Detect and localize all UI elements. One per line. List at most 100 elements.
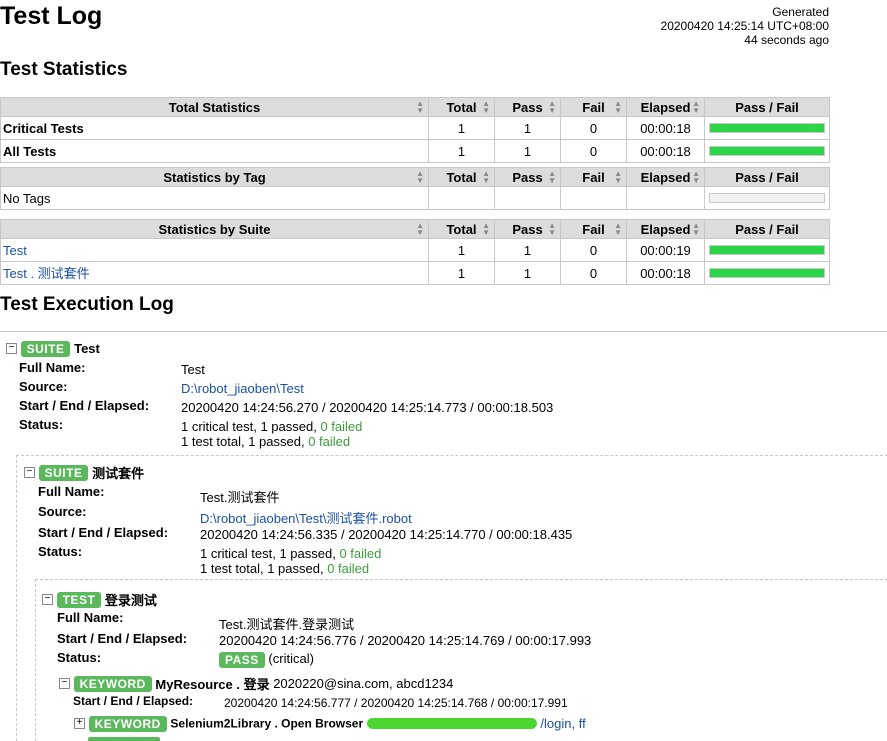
status-note: (critical)	[268, 651, 314, 666]
col-fail-header[interactable]: Fail ▲ ▼	[560, 97, 627, 117]
generated-time: 20200420 14:25:14 UTC+08:00	[660, 19, 829, 33]
redaction-mark	[366, 718, 537, 730]
full-name-value: Test.测试套件	[200, 490, 280, 505]
next-keyword-badge	[88, 737, 160, 741]
suite-link-test[interactable]: Test	[3, 243, 27, 258]
sort-icon: ▲ ▼	[692, 221, 700, 237]
empty-cell	[560, 186, 627, 210]
keyword-element-header[interactable]: − KEYWORD MyResource . 登录 2020220@sina.c…	[59, 674, 453, 693]
col-pass-header[interactable]: Pass ▲ ▼	[494, 97, 561, 117]
sort-icon: ▲ ▼	[614, 221, 622, 237]
empty-cell	[428, 186, 495, 210]
col-total-header[interactable]: Total ▲ ▼	[428, 219, 495, 239]
keyword-name: MyResource . 登录	[155, 677, 270, 692]
start-end-value: 20200420 14:24:56.777 / 20200420 14:25:1…	[224, 696, 568, 710]
source-label: Source:	[38, 504, 87, 519]
suite-badge: SUITE	[20, 340, 71, 357]
start-end-label: Start / End / Elapsed:	[19, 398, 150, 413]
tag-statistics-header[interactable]: Statistics by Tag ▲ ▼	[0, 167, 429, 187]
suite-name: 测试套件	[92, 466, 145, 481]
sort-icon: ▲ ▼	[416, 169, 424, 185]
keyword-args: 2020220@sina.com, abcd1234	[273, 676, 454, 691]
pass-fail-bar	[704, 139, 830, 163]
status-value-1: 1 critical test, 1 passed, 0 failed	[181, 419, 363, 434]
collapse-icon[interactable]: −	[42, 594, 53, 605]
total-statistics-header[interactable]: Total Statistics ▲ ▼	[0, 97, 429, 117]
empty-cell	[626, 186, 705, 210]
total-statistics-table: Total Statistics ▲ ▼ Total ▲ ▼ Pass ▲ ▼ Fail ▲ ▼…	[0, 97, 830, 163]
source-link[interactable]: D:\robot_jiaoben\Test	[181, 381, 304, 396]
col-fail-header[interactable]: Fail ▲ ▼	[560, 167, 627, 187]
stat-elapsed: 00:00:19	[626, 238, 705, 262]
col-elapsed-header[interactable]: Elapsed ▲ ▼	[626, 219, 705, 239]
stat-total: 1	[428, 261, 495, 285]
status-value-2: 1 test total, 1 passed, 0 failed	[200, 561, 370, 576]
stat-total: 1	[428, 139, 495, 163]
start-end-value: 20200420 14:24:56.335 / 20200420 14:25:1…	[200, 527, 573, 542]
sort-icon: ▲ ▼	[482, 221, 490, 237]
stat-elapsed: 00:00:18	[626, 116, 705, 140]
sort-icon: ▲ ▼	[548, 169, 556, 185]
generated-info: Generated 20200420 14:25:14 UTC+08:00 44…	[661, 5, 829, 47]
full-name-label: Full Name:	[19, 360, 86, 375]
collapse-icon[interactable]: −	[6, 343, 17, 355]
sort-icon: ▲ ▼	[482, 99, 490, 115]
test-element-header[interactable]: − TEST 登录测试	[42, 590, 157, 609]
stat-name: All Tests	[0, 139, 429, 163]
suite-statistics-table: Statistics by Suite ▲ ▼ Total ▲ ▼ Pass ▲ ▼ Fai…	[0, 219, 830, 285]
test-name: 登录测试	[104, 593, 157, 608]
col-total-header[interactable]: Total ▲ ▼	[428, 97, 495, 117]
status-label: Status:	[57, 650, 102, 665]
stat-pass: 1	[494, 116, 561, 140]
col-total-header[interactable]: Total ▲ ▼	[428, 167, 495, 187]
collapse-icon[interactable]: −	[59, 678, 70, 689]
suite-link-test-suite[interactable]: Test . 测试套件	[3, 266, 90, 281]
suite-badge: SUITE	[38, 464, 89, 481]
suite-statistics-header[interactable]: Statistics by Suite ▲ ▼	[0, 219, 429, 239]
source-link[interactable]: D:\robot_jiaoben\Test\测试套件.robot	[200, 508, 412, 527]
expand-icon[interactable]: +	[74, 718, 85, 730]
col-passfail-header: Pass / Fail	[704, 219, 830, 239]
stat-total: 1	[428, 238, 495, 262]
table-row: Test . 测试套件 1 1 0 00:00:18	[0, 261, 830, 285]
stat-fail: 0	[560, 261, 627, 285]
start-end-value: 20200420 14:24:56.270 / 20200420 14:25:1…	[181, 400, 554, 415]
stat-elapsed: 00:00:18	[626, 139, 705, 163]
keyword-args-link[interactable]: /login, ff	[540, 716, 585, 731]
stat-fail: 0	[560, 238, 627, 262]
test-execution-log-heading: Test Execution Log	[0, 294, 174, 315]
stat-pass: 1	[494, 261, 561, 285]
full-name-label: Full Name:	[38, 484, 105, 499]
sort-icon: ▲ ▼	[614, 169, 622, 185]
stat-name: No Tags	[0, 186, 429, 210]
col-fail-header[interactable]: Fail ▲ ▼	[560, 219, 627, 239]
table-row: Critical Tests 1 1 0 00:00:18	[0, 116, 830, 140]
col-pass-header[interactable]: Pass ▲ ▼	[494, 167, 561, 187]
table-row: No Tags	[0, 186, 830, 210]
pass-fail-bar	[704, 116, 830, 140]
status-value-2: 1 test total, 1 passed, 0 failed	[181, 434, 351, 449]
keyword-badge: KEYWORD	[88, 715, 167, 732]
collapse-icon[interactable]: −	[24, 467, 35, 478]
suite-element-header[interactable]: − SUITE Test	[6, 340, 100, 357]
full-name-value: Test.测试套件.登录测试	[219, 617, 355, 632]
sort-icon: ▲ ▼	[692, 99, 700, 115]
keyword-element-header[interactable]: + KEYWORD Selenium2Library . Open Browse…	[74, 715, 586, 732]
source-label: Source:	[19, 379, 68, 394]
sort-icon: ▲ ▼	[548, 99, 556, 115]
full-name-label: Full Name:	[57, 610, 124, 625]
pass-fail-bar	[704, 261, 830, 285]
stat-elapsed: 00:00:18	[626, 261, 705, 285]
col-elapsed-header[interactable]: Elapsed ▲ ▼	[626, 97, 705, 117]
start-end-label: Start / End / Elapsed:	[57, 631, 188, 646]
stat-pass: 1	[494, 139, 561, 163]
col-pass-header[interactable]: Pass ▲ ▼	[494, 219, 561, 239]
table-row: All Tests 1 1 0 00:00:18	[0, 139, 830, 163]
col-elapsed-header[interactable]: Elapsed ▲ ▼	[626, 167, 705, 187]
status-label: Status:	[19, 417, 64, 432]
table-row: Test 1 1 0 00:00:19	[0, 238, 830, 262]
sort-icon: ▲ ▼	[692, 169, 700, 185]
pass-fail-bar	[704, 238, 830, 262]
suite-element-header[interactable]: − SUITE 测试套件	[24, 463, 144, 482]
full-name-value: Test	[181, 362, 205, 377]
